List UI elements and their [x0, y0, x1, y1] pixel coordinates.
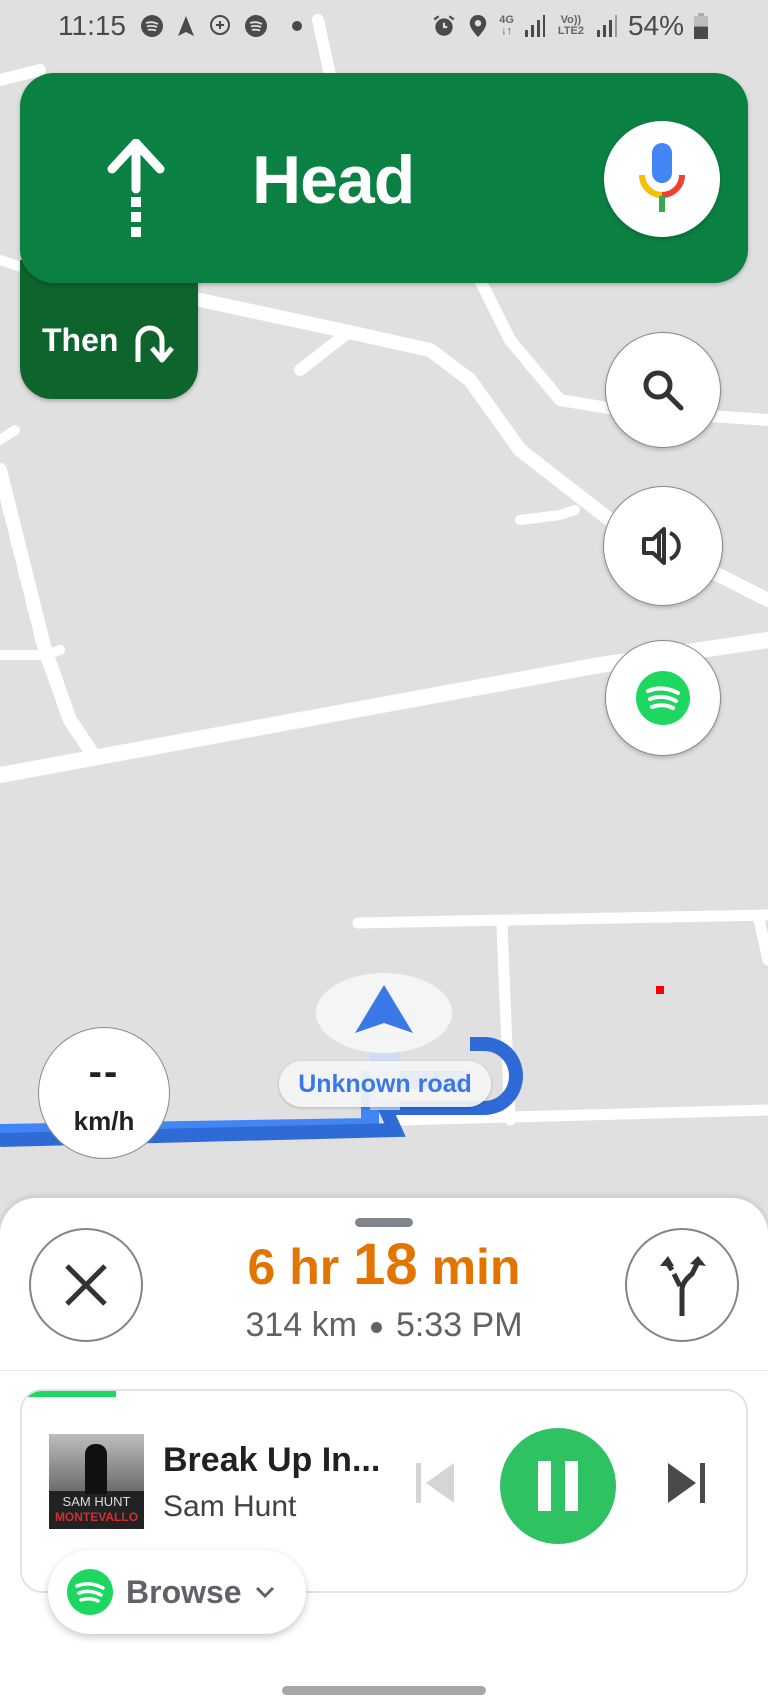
spotify-icon [636, 671, 690, 725]
navigation-banner[interactable]: Head [20, 73, 748, 283]
status-right: 4G ↓↑ Vo)) LTE2 54% [431, 10, 708, 42]
pause-icon [538, 1461, 578, 1511]
map-road [0, 645, 65, 660]
u-turn-right-icon [135, 325, 174, 363]
straight-arrow-icon [107, 139, 165, 237]
maneuver-instruction: Head [252, 142, 415, 218]
battery-icon [694, 13, 708, 39]
voice-search-button[interactable] [604, 121, 720, 237]
microphone-icon [639, 143, 685, 212]
duration-hours-unit: hr [289, 1239, 340, 1295]
spotify-button[interactable] [605, 640, 721, 756]
skip-next-button[interactable] [662, 1459, 712, 1509]
signal-icon [524, 15, 545, 37]
duration-minutes: 18 [353, 1232, 418, 1297]
search-button[interactable] [605, 332, 721, 448]
map-marker-point [656, 986, 664, 994]
battery-percentage: 54% [627, 10, 684, 41]
trip-distance: 314 km [245, 1306, 357, 1344]
dot-icon [292, 21, 302, 31]
album-art-artist: SAM HUNT [62, 1494, 131, 1509]
network-type-label: 4G [499, 14, 514, 26]
location-icon [470, 15, 487, 37]
spotify-icon [141, 15, 163, 37]
alarm-icon [433, 15, 455, 36]
audio-guidance-button[interactable] [603, 486, 723, 606]
pause-button[interactable] [500, 1428, 616, 1544]
divider [0, 1370, 768, 1371]
track-title: Break Up In... [163, 1441, 381, 1479]
status-bar: 11:15 4G ↓↑ Vo)) LTE2 54% [0, 0, 768, 56]
playback-progress-bar [22, 1391, 117, 1397]
navigation-icon [178, 16, 194, 36]
then-label: Then [42, 322, 119, 358]
skip-previous-button[interactable] [412, 1459, 462, 1509]
track-artist: Sam Hunt [163, 1490, 297, 1523]
volte-lte2-icon: Vo)) LTE2 [557, 14, 584, 37]
search-icon [643, 370, 684, 411]
album-art-album: MONTEVALLO [54, 1510, 139, 1524]
album-art-figure [85, 1444, 107, 1494]
album-art[interactable]: SAM HUNT MONTEVALLO [49, 1434, 144, 1529]
speed-unit: km/h [73, 1106, 135, 1136]
chat-add-icon [210, 15, 230, 35]
browse-label: Browse [126, 1573, 242, 1610]
volume-icon [642, 527, 681, 565]
spotify-icon [245, 15, 267, 37]
duration-minutes-unit: min [431, 1239, 521, 1295]
signal-icon [596, 15, 617, 37]
status-time: 11:15 [58, 10, 126, 41]
trip-bottom-sheet[interactable]: 6 hr 18 min 314 km 5:33 PM SAM HUNT MONTE… [0, 1198, 768, 1706]
alternate-routes-button[interactable] [625, 1228, 739, 1342]
speedometer: -- km/h [38, 1027, 170, 1159]
current-road-label: Unknown road [279, 1061, 491, 1107]
home-indicator[interactable] [282, 1686, 486, 1695]
drag-handle[interactable] [355, 1218, 413, 1227]
speed-value: -- [88, 1050, 120, 1094]
network-4g-icon: 4G ↓↑ [499, 14, 514, 37]
separator-dot [370, 1321, 382, 1333]
arrival-time: 5:33 PM [395, 1306, 523, 1344]
duration-hours: 6 [247, 1239, 276, 1295]
spotify-icon [67, 1569, 113, 1615]
chevron-down-icon [255, 1586, 274, 1599]
alternate-routes-icon [660, 1256, 706, 1316]
browse-media-button[interactable]: Browse [48, 1550, 306, 1634]
